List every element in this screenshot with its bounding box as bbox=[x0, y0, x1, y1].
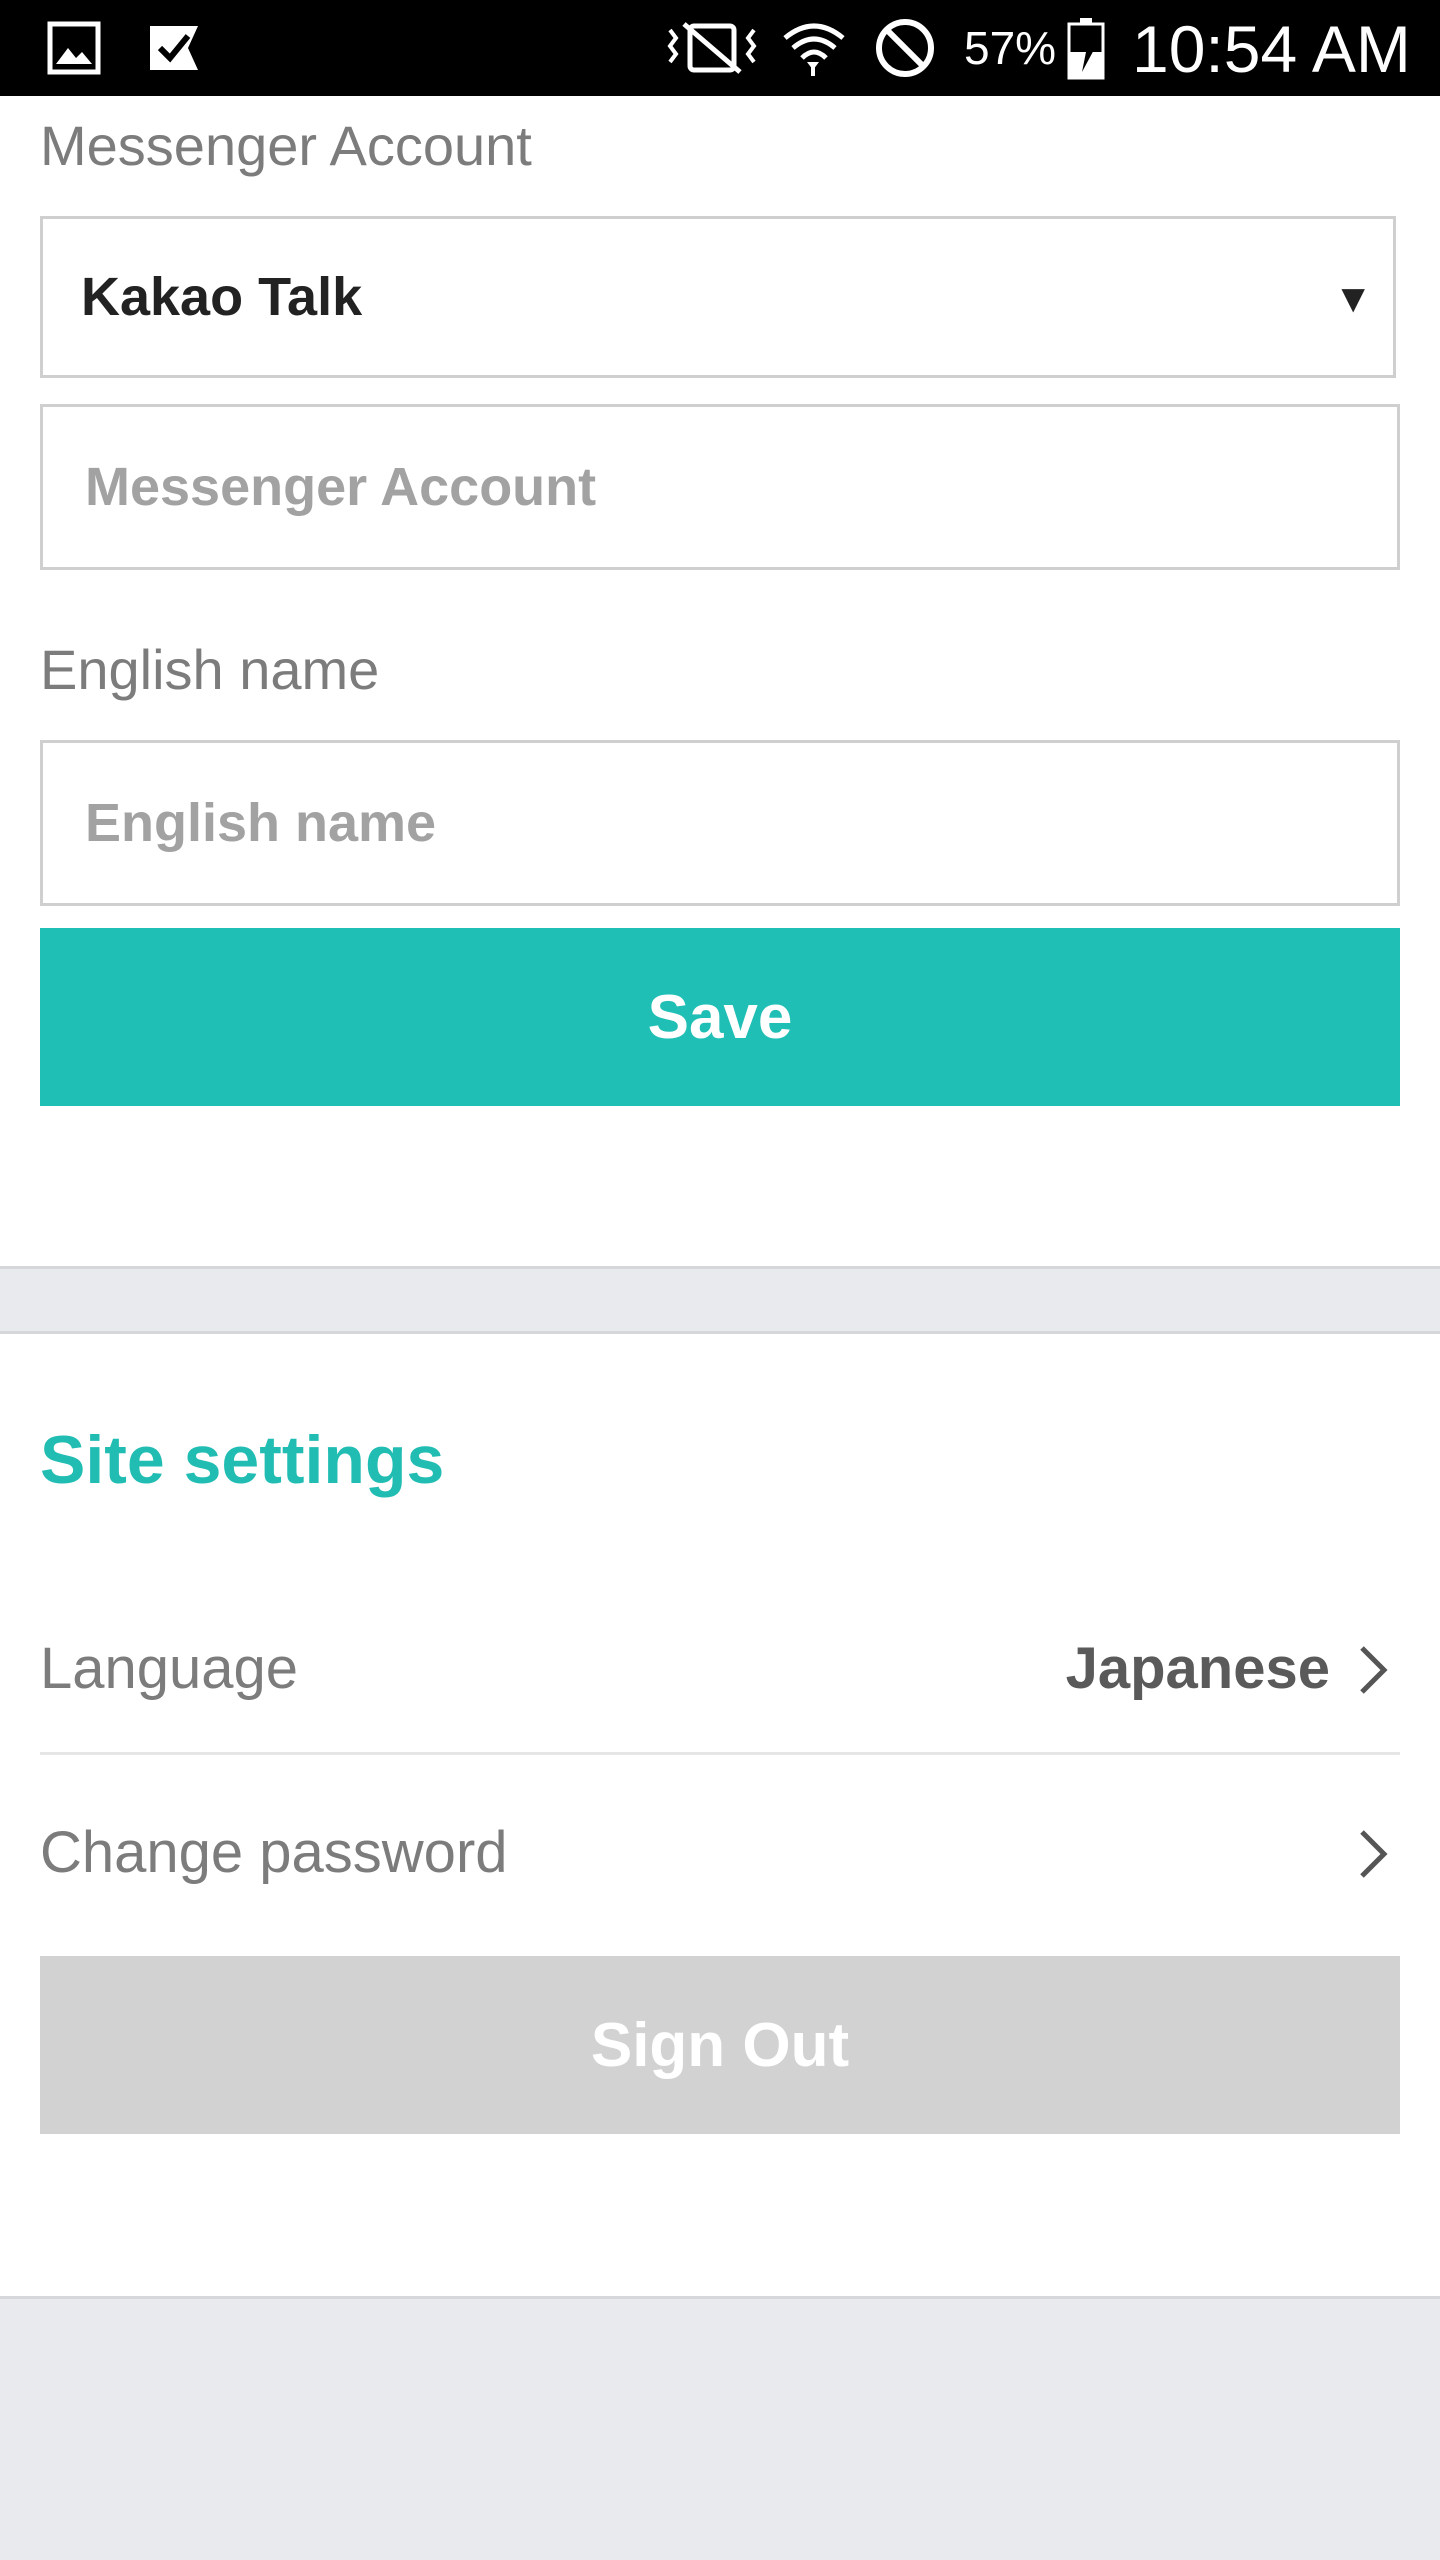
messenger-account-label: Messenger Account bbox=[40, 114, 532, 177]
clock: 10:54 AM bbox=[1132, 12, 1411, 86]
change-password-label: Change password bbox=[40, 1820, 508, 1885]
save-button[interactable]: Save bbox=[40, 928, 1400, 1106]
row-divider bbox=[40, 1752, 1400, 1755]
task-check-icon bbox=[144, 18, 204, 78]
english-name-label: English name bbox=[40, 638, 380, 701]
change-password-row[interactable]: Change password bbox=[40, 1780, 1400, 1930]
battery-charging-icon bbox=[1064, 18, 1108, 80]
sign-out-button[interactable]: Sign Out bbox=[40, 1956, 1400, 2134]
vibrate-icon bbox=[664, 18, 760, 78]
messenger-type-value: Kakao Talk bbox=[81, 267, 363, 327]
chevron-right-icon bbox=[1360, 1646, 1388, 1694]
messenger-account-input[interactable] bbox=[40, 404, 1400, 570]
site-settings-title: Site settings bbox=[40, 1422, 445, 1498]
battery-percent: 57% bbox=[964, 22, 1057, 74]
english-name-input[interactable] bbox=[40, 740, 1400, 906]
wifi-icon bbox=[780, 18, 848, 78]
gallery-icon bbox=[44, 18, 104, 78]
chevron-right-icon bbox=[1360, 1830, 1388, 1878]
do-not-disturb-icon bbox=[872, 18, 938, 78]
dropdown-caret-icon: ▼ bbox=[1333, 277, 1373, 321]
messenger-type-select[interactable]: Kakao Talk ▼ bbox=[40, 216, 1396, 378]
language-row[interactable]: Language Japanese bbox=[40, 1596, 1400, 1746]
status-bar: 57% 10:54 AM bbox=[0, 0, 1440, 96]
language-value: Japanese bbox=[1065, 1636, 1330, 1701]
language-label: Language bbox=[40, 1636, 299, 1701]
